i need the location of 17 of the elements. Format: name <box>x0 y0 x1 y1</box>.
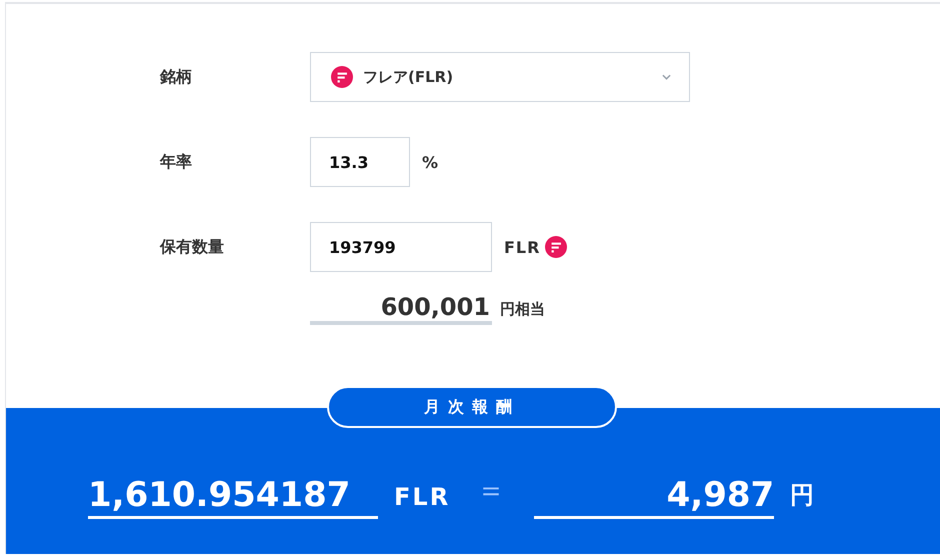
field-label: 年率 <box>160 152 193 172</box>
equals-sign: ＝ <box>476 472 506 510</box>
yen-equivalent-value: 600,001 <box>310 293 492 325</box>
reward-amount: 1,610.954187 <box>88 476 378 518</box>
number-input[interactable]: 193799 <box>310 222 492 272</box>
unit-label: 円相当 <box>500 300 545 319</box>
number-input[interactable]: 13.3 <box>310 137 410 187</box>
coin-select[interactable]: フレア(FLR) <box>310 52 690 102</box>
yen-amount: 4,987 <box>534 476 774 518</box>
field-label: 銘柄 <box>160 66 193 88</box>
unit-label: 円 <box>790 480 816 510</box>
field-label: 保有数量 <box>160 236 225 258</box>
unit-label: FLR <box>504 238 540 256</box>
section-heading: 月次報酬 <box>327 386 617 428</box>
caret-icon <box>662 74 671 80</box>
unit-label: % <box>422 152 440 172</box>
unit-label: FLR <box>394 482 450 510</box>
